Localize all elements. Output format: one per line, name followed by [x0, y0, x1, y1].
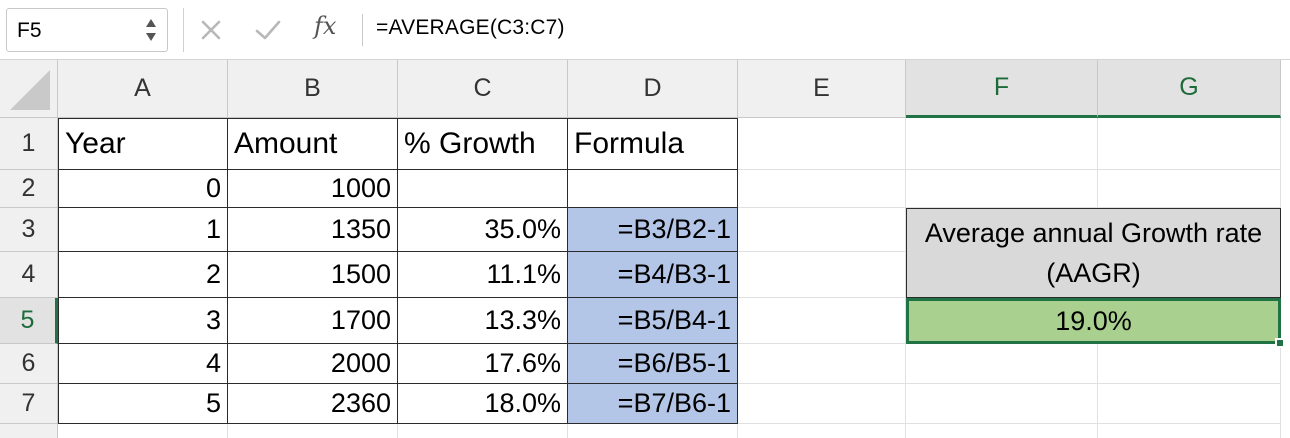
table-row-amount[interactable]: 2000 — [228, 344, 398, 384]
table-row-year[interactable]: 5 — [58, 384, 228, 424]
cell-c8[interactable] — [398, 424, 568, 438]
aagr-label-cell[interactable]: Average annual Growth rate (AAGR) — [906, 208, 1281, 298]
table-row-amount[interactable]: 1700 — [228, 298, 398, 344]
cell-e5[interactable] — [738, 298, 906, 344]
cell-f1[interactable] — [906, 118, 1098, 170]
table-row-year[interactable]: 4 — [58, 344, 228, 384]
table-row-amount[interactable]: 1000 — [228, 170, 398, 208]
column-header-f[interactable]: F — [906, 60, 1098, 118]
spreadsheet-grid: A B C D E F G 1 2 3 4 5 6 7 Year Amount … — [0, 60, 1290, 438]
fill-handle[interactable] — [1275, 338, 1285, 348]
table-row-growth[interactable]: 11.1% — [398, 252, 568, 298]
column-header-d[interactable]: D — [568, 60, 738, 118]
table-row-year[interactable]: 0 — [58, 170, 228, 208]
cell-e1[interactable] — [738, 118, 906, 170]
cell-e3[interactable] — [738, 208, 906, 252]
formula-bar-divider — [183, 8, 184, 52]
table-row-growth[interactable] — [398, 170, 568, 208]
column-header-g[interactable]: G — [1098, 60, 1281, 118]
cell-a8[interactable] — [58, 424, 228, 438]
cell-f7[interactable] — [906, 384, 1098, 424]
header-amount[interactable]: Amount — [228, 118, 398, 170]
table-row-amount[interactable]: 2360 — [228, 384, 398, 424]
column-header-b[interactable]: B — [228, 60, 398, 118]
row-header-7[interactable]: 7 — [0, 384, 58, 424]
header-formula[interactable]: Formula — [568, 118, 738, 170]
select-all-corner[interactable] — [0, 60, 58, 118]
cell-e7[interactable] — [738, 384, 906, 424]
check-icon[interactable] — [252, 12, 284, 48]
formula-input[interactable]: =AVERAGE(C3:C7) — [376, 16, 565, 40]
table-row-formula[interactable]: =B3/B2-1 — [568, 208, 738, 252]
cell-f8[interactable] — [906, 424, 1098, 438]
cell-g2[interactable] — [1098, 170, 1281, 208]
row-header-5[interactable]: 5 — [0, 298, 58, 344]
cell-e8[interactable] — [738, 424, 906, 438]
table-row-amount[interactable]: 1350 — [228, 208, 398, 252]
table-row-formula[interactable]: =B5/B4-1 — [568, 298, 738, 344]
row-header-3[interactable]: 3 — [0, 208, 58, 252]
cell-e2[interactable] — [738, 170, 906, 208]
name-box-value: F5 — [17, 19, 42, 42]
cell-g7[interactable] — [1098, 384, 1281, 424]
x-icon[interactable] — [196, 12, 226, 48]
column-header-c[interactable]: C — [398, 60, 568, 118]
cell-g6[interactable] — [1098, 344, 1281, 384]
table-row-year[interactable]: 3 — [58, 298, 228, 344]
table-row-growth[interactable]: 18.0% — [398, 384, 568, 424]
table-row-year[interactable]: 1 — [58, 208, 228, 252]
column-header-e[interactable]: E — [738, 60, 906, 118]
cell-b8[interactable] — [228, 424, 398, 438]
cell-e6[interactable] — [738, 344, 906, 384]
formula-separator — [362, 14, 363, 46]
name-box-stepper-icon[interactable] — [143, 13, 159, 47]
table-row-growth[interactable]: 35.0% — [398, 208, 568, 252]
fx-icon[interactable]: fx — [314, 12, 336, 40]
cell-f2[interactable] — [906, 170, 1098, 208]
table-row-formula[interactable]: =B7/B6-1 — [568, 384, 738, 424]
cell-g8[interactable] — [1098, 424, 1281, 438]
table-row-formula[interactable]: =B6/B5-1 — [568, 344, 738, 384]
row-header-2[interactable]: 2 — [0, 170, 58, 208]
table-row-formula[interactable] — [568, 170, 738, 208]
table-row-growth[interactable]: 13.3% — [398, 298, 568, 344]
column-header-a[interactable]: A — [58, 60, 228, 118]
header-year[interactable]: Year — [58, 118, 228, 170]
row-header-1[interactable]: 1 — [0, 118, 58, 170]
table-row-formula[interactable]: =B4/B3-1 — [568, 252, 738, 298]
row-header-8-partial — [0, 424, 58, 438]
row-header-4[interactable]: 4 — [0, 252, 58, 298]
cell-d8[interactable] — [568, 424, 738, 438]
aagr-value-cell[interactable]: 19.0% — [906, 298, 1281, 344]
header-growth[interactable]: % Growth — [398, 118, 568, 170]
cell-e4[interactable] — [738, 252, 906, 298]
cell-g1[interactable] — [1098, 118, 1281, 170]
formula-bar: F5 fx =AVERAGE(C3:C7) — [0, 0, 1290, 60]
row-header-6[interactable]: 6 — [0, 344, 58, 384]
table-row-amount[interactable]: 1500 — [228, 252, 398, 298]
table-row-growth[interactable]: 17.6% — [398, 344, 568, 384]
name-box[interactable]: F5 — [6, 8, 168, 52]
cell-f6[interactable] — [906, 344, 1098, 384]
table-row-year[interactable]: 2 — [58, 252, 228, 298]
